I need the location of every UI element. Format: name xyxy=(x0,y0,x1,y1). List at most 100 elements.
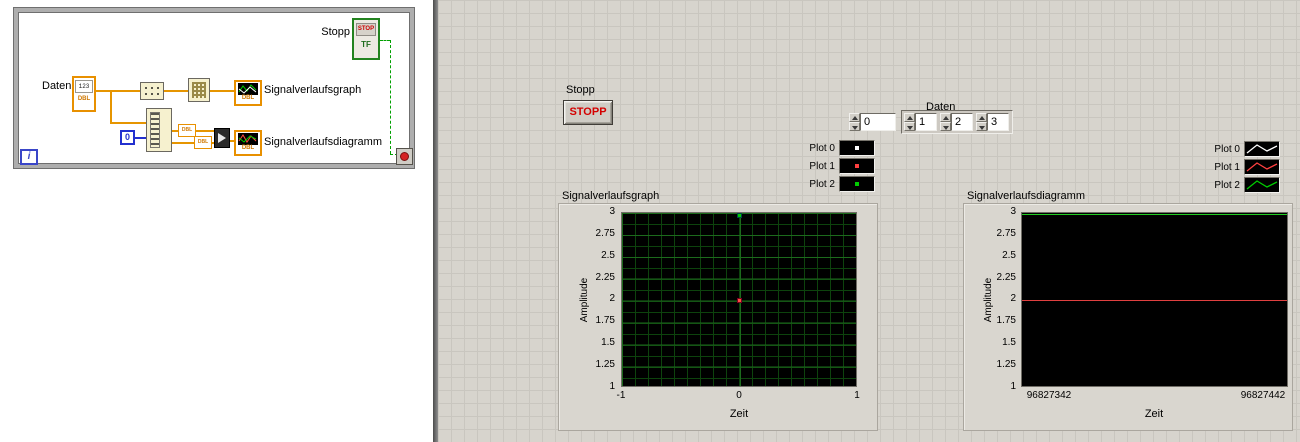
chart-legend-label-0: Plot 0 xyxy=(1214,144,1240,155)
element-0-value: 1 xyxy=(919,116,926,128)
chart-y-tick: 3 xyxy=(1010,206,1016,217)
stop-control-label: Stopp xyxy=(566,84,595,96)
plot0-line-icon xyxy=(1246,144,1278,154)
waveform-graph: Amplitude 3 2.75 2.5 2.25 2 1.75 1.5 1.2… xyxy=(558,203,878,431)
waveform-chart-terminal[interactable]: DBL xyxy=(234,130,262,156)
chart-legend-label-2: Plot 2 xyxy=(1214,180,1240,191)
element-0-field[interactable]: 1 xyxy=(915,113,937,131)
build-waveform-node[interactable] xyxy=(188,78,210,102)
graph-legend-sample-1[interactable] xyxy=(839,158,875,174)
stop-condition-icon xyxy=(400,152,409,161)
plot1-line-icon xyxy=(1246,162,1278,172)
graph-title: Signalverlaufsgraph xyxy=(562,190,660,202)
chart-legend-sample-0[interactable] xyxy=(1244,141,1280,157)
chart-line-plot1 xyxy=(1022,300,1287,301)
array-index-spinner[interactable] xyxy=(849,113,860,131)
element-1-value: 2 xyxy=(955,116,962,128)
array-function-node[interactable] xyxy=(140,82,164,100)
graph-plot-area[interactable] xyxy=(621,212,857,387)
daten-array-terminal[interactable]: 123 DBL xyxy=(72,76,96,112)
graph-legend-sample-0[interactable] xyxy=(839,140,875,156)
boolean-wire xyxy=(380,40,390,41)
spinner-up-icon[interactable] xyxy=(849,113,860,122)
spinner-down-icon[interactable] xyxy=(940,122,951,131)
graph-x-axis-label: Zeit xyxy=(729,408,749,420)
graph-legend-sample-2[interactable] xyxy=(839,176,875,192)
index-array-node[interactable] xyxy=(146,108,172,152)
daten-terminal-label: Daten xyxy=(42,80,72,92)
loop-condition-terminal[interactable] xyxy=(396,148,413,165)
spinner-up-icon[interactable] xyxy=(904,113,915,122)
array-index-field[interactable]: 0 xyxy=(860,113,896,131)
element-2-value: 3 xyxy=(991,116,998,128)
data-wire xyxy=(164,90,188,92)
element-0-spinner[interactable] xyxy=(904,113,915,131)
stop-button-terminal[interactable]: STOP TF xyxy=(352,18,380,60)
chart-y-tick: 2.25 xyxy=(996,272,1016,283)
chart-x-tick: 96827442 xyxy=(1240,390,1286,401)
chart-x-tick: 96827342 xyxy=(1026,390,1072,401)
dbl-type-label: DBL xyxy=(241,145,255,151)
chart-plot-area[interactable] xyxy=(1021,212,1288,387)
boolean-type-label: TF xyxy=(361,40,371,49)
dbl-type-label: DBL xyxy=(241,95,255,101)
chart-terminal-label: Signalverlaufsdiagramm xyxy=(264,136,382,148)
element-2-spinner[interactable] xyxy=(976,113,987,131)
coercion-label: DBL xyxy=(181,127,193,133)
graph-y-tick: 1.25 xyxy=(595,359,615,370)
plot2-line-icon xyxy=(1246,180,1278,190)
graph-y-tick: 2.75 xyxy=(595,228,615,239)
waveform-chart: Amplitude 3 2.75 2.5 2.25 2 1.75 1.5 1.2… xyxy=(963,203,1293,431)
numeric-constant[interactable]: 0 xyxy=(120,130,135,145)
spinner-up-icon[interactable] xyxy=(940,113,951,122)
iteration-label: i xyxy=(27,151,31,162)
stop-terminal-label: Stopp xyxy=(321,26,350,38)
plot1-marker-icon xyxy=(855,164,859,168)
node-glyph-icon xyxy=(192,82,206,98)
spinner-down-icon[interactable] xyxy=(849,122,860,131)
graph-x-tick: -1 xyxy=(616,390,626,401)
coercion-label: DBL xyxy=(197,139,209,145)
coercion-node[interactable]: DBL xyxy=(194,136,212,149)
node-glyph-icon xyxy=(143,85,161,97)
chart-y-tick: 2 xyxy=(1010,293,1016,304)
iteration-terminal[interactable]: i xyxy=(20,149,38,165)
data-wire xyxy=(210,90,234,92)
spinner-down-icon[interactable] xyxy=(976,122,987,131)
chart-y-tick: 1.75 xyxy=(996,315,1016,326)
stop-button[interactable]: STOPP xyxy=(563,100,613,125)
chart-line-plot2 xyxy=(1022,214,1287,215)
element-2-field[interactable]: 3 xyxy=(987,113,1009,131)
graph-point-plot2 xyxy=(737,213,742,218)
stop-button-text: STOPP xyxy=(569,106,607,118)
graph-y-tick: 1.5 xyxy=(601,337,615,348)
chart-legend-sample-2[interactable] xyxy=(1244,177,1280,193)
data-wire xyxy=(110,92,112,124)
node-glyph-icon xyxy=(150,112,160,148)
graph-legend-label-0: Plot 0 xyxy=(809,143,835,154)
graph-y-tick: 1.75 xyxy=(595,315,615,326)
graph-x-tick: 1 xyxy=(854,390,860,401)
waveform-graph-terminal[interactable]: DBL xyxy=(234,80,262,106)
data-wire xyxy=(96,90,140,92)
graph-point-plot1 xyxy=(737,298,742,303)
graph-y-tick: 2.25 xyxy=(595,272,615,283)
chart-legend-sample-1[interactable] xyxy=(1244,159,1280,175)
merge-signals-node[interactable] xyxy=(214,128,230,148)
mini-graph-icon xyxy=(238,133,258,145)
data-wire xyxy=(110,122,146,124)
graph-legend-label-2: Plot 2 xyxy=(809,179,835,190)
element-1-spinner[interactable] xyxy=(940,113,951,131)
chart-y-tick: 1.25 xyxy=(996,359,1016,370)
chart-x-axis-label: Zeit xyxy=(1144,408,1164,420)
spinner-up-icon[interactable] xyxy=(976,113,987,122)
chart-legend-label-1: Plot 1 xyxy=(1214,162,1240,173)
chart-y-tick: 1 xyxy=(1010,381,1016,392)
mini-graph-icon xyxy=(238,83,258,95)
spinner-down-icon[interactable] xyxy=(904,122,915,131)
boolean-wire xyxy=(390,40,391,154)
element-1-field[interactable]: 2 xyxy=(951,113,973,131)
plot0-marker-icon xyxy=(855,146,859,150)
dbl-type-label: DBL xyxy=(77,96,91,102)
constant-value: 0 xyxy=(124,132,130,142)
